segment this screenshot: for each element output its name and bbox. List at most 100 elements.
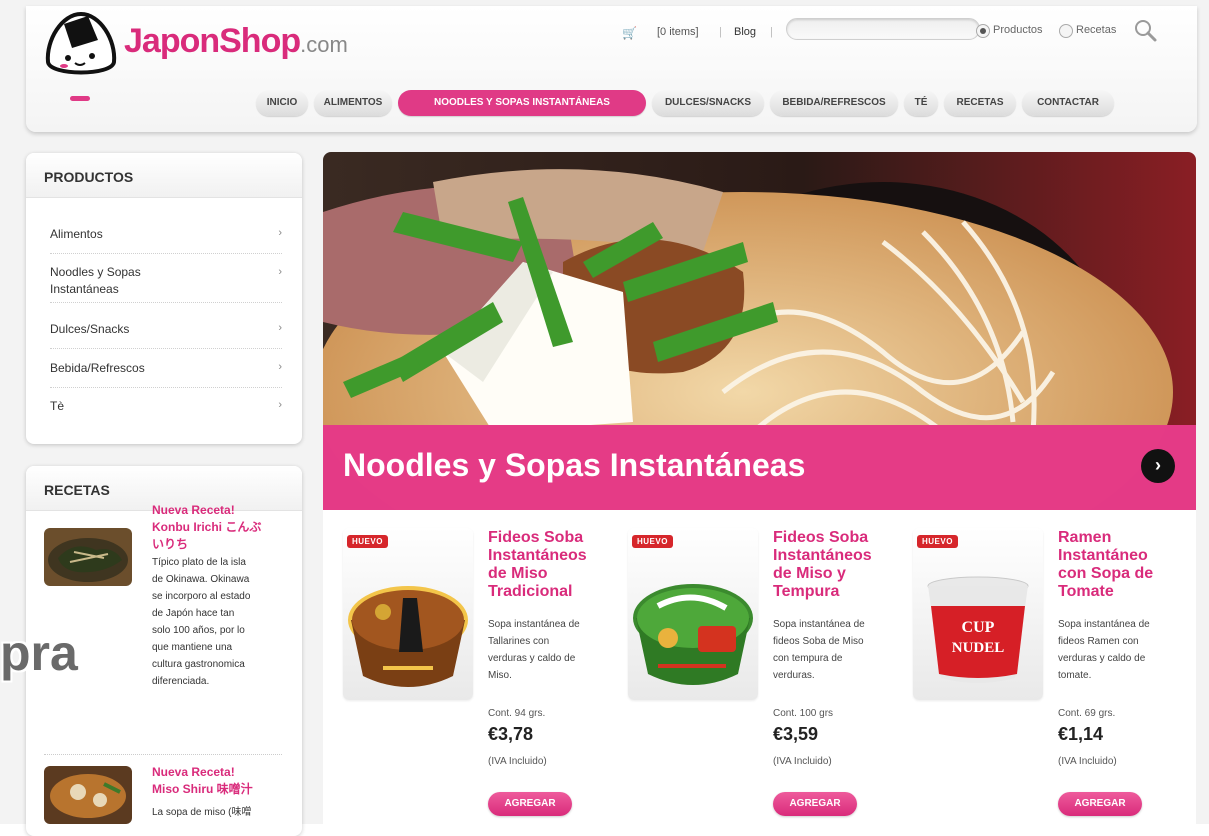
product-title-line: de Miso bbox=[488, 565, 548, 582]
add-to-cart-button[interactable]: AGREGAR bbox=[488, 792, 572, 816]
product-title-line: Tempura bbox=[773, 583, 840, 600]
brand-suffix: .com bbox=[300, 32, 348, 57]
recipe-desc-line: La sopa de miso (味噌 bbox=[152, 807, 252, 818]
hero-banner[interactable]: Noodles y Sopas Instantáneas › bbox=[323, 152, 1196, 510]
nav-te[interactable]: TÉ bbox=[904, 90, 938, 116]
product-image[interactable]: CUP NUDEL bbox=[913, 528, 1043, 700]
add-to-cart-button[interactable]: AGREGAR bbox=[1058, 792, 1142, 816]
product-badge: HUEVO bbox=[347, 535, 388, 548]
product-card: HUEVO Fideos Soba Instantáneos de Miso T… bbox=[323, 510, 608, 824]
category-label: Bebida/Refrescos bbox=[50, 361, 145, 375]
recipe-title-line: Nueva Receta! bbox=[152, 503, 235, 517]
product-price: €3,78 bbox=[488, 724, 534, 744]
recipe-title-line: いりち bbox=[152, 537, 189, 551]
recipe-desc-line: se incorporo al estado bbox=[152, 591, 251, 602]
product-title-line: Instantáneos bbox=[773, 547, 872, 564]
product-vat-note: (IVA Incluido) bbox=[773, 756, 832, 767]
add-to-cart-button[interactable]: AGREGAR bbox=[773, 792, 857, 816]
category-alimentos[interactable]: Alimentos › bbox=[50, 227, 282, 254]
cup-label-line: CUP bbox=[962, 619, 995, 636]
product-title[interactable]: Fideos Soba Instantáneos de Miso y Tempu… bbox=[773, 529, 893, 601]
product-desc-line: Tallarines con bbox=[488, 636, 550, 647]
product-desc-line: tomate. bbox=[1058, 670, 1092, 681]
product-vat-note: (IVA Incluido) bbox=[488, 756, 547, 767]
radio-recipes[interactable] bbox=[1059, 24, 1073, 38]
category-label: Dulces/Snacks bbox=[50, 322, 130, 336]
hero-title[interactable]: Noodles y Sopas Instantáneas bbox=[343, 447, 805, 484]
logo-accent-dash bbox=[70, 96, 90, 101]
next-slide-arrow-icon[interactable]: › bbox=[1141, 449, 1175, 483]
cart-icon[interactable]: 🛒 bbox=[622, 26, 637, 40]
nav-recetas[interactable]: RECETAS bbox=[944, 90, 1016, 116]
radio-recipes-label[interactable]: Recetas bbox=[1076, 24, 1116, 36]
recipe-desc-line: Típico plato de la isla bbox=[152, 557, 246, 568]
category-label-line2: Instantáneas bbox=[50, 282, 119, 296]
cart-count-link[interactable]: [0 items] bbox=[657, 26, 699, 38]
category-label: Alimentos bbox=[50, 227, 103, 241]
radio-products-label[interactable]: Productos bbox=[993, 24, 1043, 36]
nav-alimentos[interactable]: ALIMENTOS bbox=[314, 90, 392, 116]
recipe-thumbnail-konbu[interactable] bbox=[44, 528, 132, 586]
search-input[interactable] bbox=[786, 18, 980, 40]
product-desc-line: verduras y caldo de bbox=[1058, 653, 1146, 664]
nav-noodles[interactable]: NOODLES Y SOPAS INSTANTÁNEAS bbox=[398, 90, 646, 116]
product-desc-line: fideos Soba de Miso bbox=[773, 636, 864, 647]
product-description: Sopa instantánea de Tallarines con verdu… bbox=[488, 616, 608, 684]
recipe-title-konbu[interactable]: Nueva Receta! Konbu Irichi こんぶ いりち bbox=[152, 502, 292, 553]
nav-contactar[interactable]: CONTACTAR bbox=[1022, 90, 1114, 116]
category-dulces-snacks[interactable]: Dulces/Snacks › bbox=[50, 322, 282, 349]
category-label: Tè bbox=[50, 399, 65, 413]
product-price: €1,14 bbox=[1058, 724, 1104, 744]
product-card: HUEVO Fideos Soba Instantáneos de Miso y… bbox=[608, 510, 893, 824]
product-title[interactable]: Ramen Instantáneo con Sopa de Tomate bbox=[1058, 529, 1178, 601]
brand-name: JaponShop bbox=[124, 22, 301, 60]
product-image[interactable] bbox=[343, 528, 473, 700]
recipe-desc-line: diferenciada. bbox=[152, 676, 210, 687]
recipe-description-miso: La sopa de miso (味噌 bbox=[152, 804, 292, 821]
category-noodles[interactable]: Noodles y Sopas Instantáneas › bbox=[50, 264, 282, 303]
recipe-title-miso[interactable]: Nueva Receta! Miso Shiru 味噌汁 bbox=[152, 764, 292, 798]
product-list: HUEVO Fideos Soba Instantáneos de Miso T… bbox=[323, 510, 1196, 824]
nav-inicio[interactable]: INICIO bbox=[256, 90, 308, 116]
product-vat-note: (IVA Incluido) bbox=[1058, 756, 1117, 767]
search-icon[interactable] bbox=[1132, 17, 1158, 43]
product-content: Cont. 94 grs. bbox=[488, 708, 546, 719]
onigiri-logo-icon[interactable] bbox=[42, 10, 120, 80]
product-desc-line: con tempura de bbox=[773, 653, 843, 664]
radio-products[interactable] bbox=[976, 24, 990, 38]
recipe-description-konbu: Típico plato de la isla de Okinawa. Okin… bbox=[152, 554, 292, 690]
category-te[interactable]: Tè › bbox=[50, 399, 282, 425]
nav-bebida-refrescos[interactable]: BEBIDA/REFRESCOS bbox=[770, 90, 898, 116]
product-title-line: Tradicional bbox=[488, 583, 573, 600]
product-image[interactable] bbox=[628, 528, 758, 700]
category-label: Noodles y Sopas bbox=[50, 265, 141, 279]
product-description: Sopa instantánea de fideos Ramen con ver… bbox=[1058, 616, 1178, 684]
recipe-thumbnail-miso[interactable] bbox=[44, 766, 132, 824]
blog-link[interactable]: Blog bbox=[734, 26, 756, 38]
product-content: Cont. 69 grs. bbox=[1058, 708, 1116, 719]
product-title-line: de Miso y bbox=[773, 565, 846, 582]
nav-dulces-snacks[interactable]: DULCES/SNACKS bbox=[652, 90, 764, 116]
product-title[interactable]: Fideos Soba Instantáneos de Miso Tradici… bbox=[488, 529, 608, 601]
product-desc-line: fideos Ramen con bbox=[1058, 636, 1139, 647]
products-sidebar: PRODUCTOS Alimentos › Noodles y Sopas In… bbox=[26, 153, 302, 444]
cup-noodle-image bbox=[348, 586, 468, 687]
chevron-right-icon: › bbox=[278, 227, 282, 239]
recipe-desc-line: de Okinawa. Okinawa bbox=[152, 574, 250, 585]
product-title-line: Fideos Soba bbox=[773, 529, 869, 546]
recipe-title-line: Nueva Receta! bbox=[152, 765, 235, 779]
category-bebida-refrescos[interactable]: Bebida/Refrescos › bbox=[50, 361, 282, 388]
recipe-divider bbox=[44, 754, 282, 755]
site-header: JaponShop.com 🛒 [0 items] | Blog | Produ… bbox=[26, 6, 1197, 132]
topbar-divider: | bbox=[719, 26, 722, 38]
brand-logo-text[interactable]: JaponShop.com bbox=[124, 22, 348, 61]
product-card: CUP NUDEL HUEVO Ramen Instantáneo con So… bbox=[893, 510, 1178, 824]
product-desc-line: Sopa instantánea de bbox=[1058, 619, 1150, 630]
recipe-desc-line: que mantiene una bbox=[152, 642, 233, 653]
product-badge: HUEVO bbox=[632, 535, 673, 548]
chevron-right-icon: › bbox=[278, 361, 282, 373]
product-title-line: con Sopa de bbox=[1058, 565, 1154, 582]
chevron-right-icon: › bbox=[278, 266, 282, 278]
product-title-line: Instantáneos bbox=[488, 547, 587, 564]
product-desc-line: Miso. bbox=[488, 670, 512, 681]
